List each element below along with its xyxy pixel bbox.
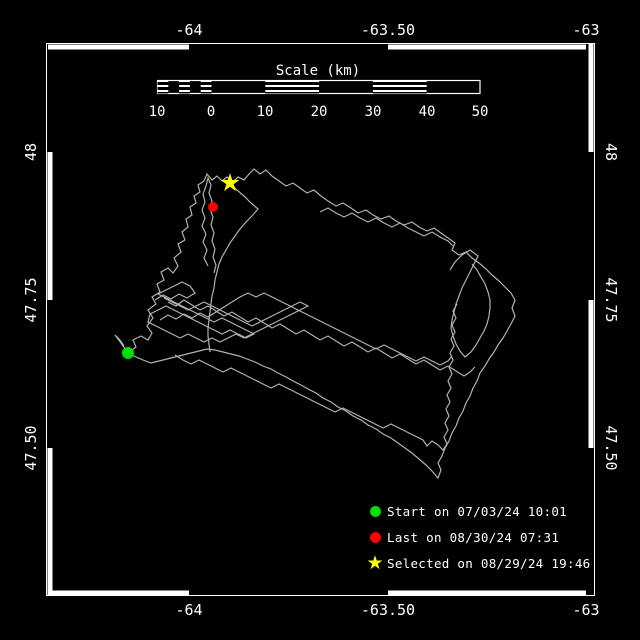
legend: Start on 07/03/24 10:01 Last on 08/30/24 … xyxy=(363,498,590,576)
track-segment xyxy=(168,300,475,376)
axis-label-top: -63 xyxy=(572,21,599,39)
scale-bar xyxy=(158,81,481,94)
axis-label-top: -64 xyxy=(175,21,202,39)
axis-label-left: 48 xyxy=(22,143,40,161)
track-segment xyxy=(175,304,457,450)
tracking-map: -64 -63.50 -63 -64 -63.50 -63 48 47.75 47.50 48 47… xyxy=(0,0,640,640)
legend-item: ★Selected on 08/29/24 19:46 xyxy=(363,550,590,576)
map-markers xyxy=(122,173,240,359)
scale-bar-tick-label: 30 xyxy=(365,104,382,120)
last-marker xyxy=(208,202,218,212)
scale-bar-title: Scale (km) xyxy=(276,63,360,79)
track-segment xyxy=(450,250,490,357)
scale-bar-tick-label: 50 xyxy=(472,104,489,120)
axis-label-left: 47.75 xyxy=(22,277,40,322)
scale-bar-tick-label: 10 xyxy=(149,104,166,120)
axis-label-left: 47.50 xyxy=(22,425,40,470)
start-marker xyxy=(122,347,134,359)
track-segment xyxy=(128,169,515,478)
track-segment xyxy=(202,178,216,273)
scale-bar-tick-label: 20 xyxy=(311,104,328,120)
track-segment xyxy=(320,208,453,246)
axis-label-bottom: -63 xyxy=(572,601,599,619)
dot-icon xyxy=(363,532,387,543)
track-segment xyxy=(148,282,308,342)
axis-label-right: 47.50 xyxy=(602,425,620,470)
axis-label-bottom: -64 xyxy=(175,601,202,619)
dot-icon xyxy=(363,506,387,517)
axis-label-right: 48 xyxy=(602,143,620,161)
axis-label-right: 47.75 xyxy=(602,277,620,322)
star-icon: ★ xyxy=(363,554,387,573)
axis-label-top: -63.50 xyxy=(361,21,415,39)
legend-item: Last on 08/30/24 07:31 xyxy=(363,524,590,550)
legend-label: Last on 08/30/24 07:31 xyxy=(387,530,559,545)
axis-label-bottom: -63.50 xyxy=(361,601,415,619)
track-segment xyxy=(160,293,452,365)
legend-label: Start on 07/03/24 10:01 xyxy=(387,504,567,519)
scale-bar-tick-label: 40 xyxy=(419,104,436,120)
scale-bar-tick-label: 0 xyxy=(207,104,215,120)
scale-bar-tick-label: 10 xyxy=(257,104,274,120)
legend-item: Start on 07/03/24 10:01 xyxy=(363,498,590,524)
track-lines xyxy=(115,169,515,478)
legend-label: Selected on 08/29/24 19:46 xyxy=(387,556,590,571)
selected-marker xyxy=(221,173,240,191)
